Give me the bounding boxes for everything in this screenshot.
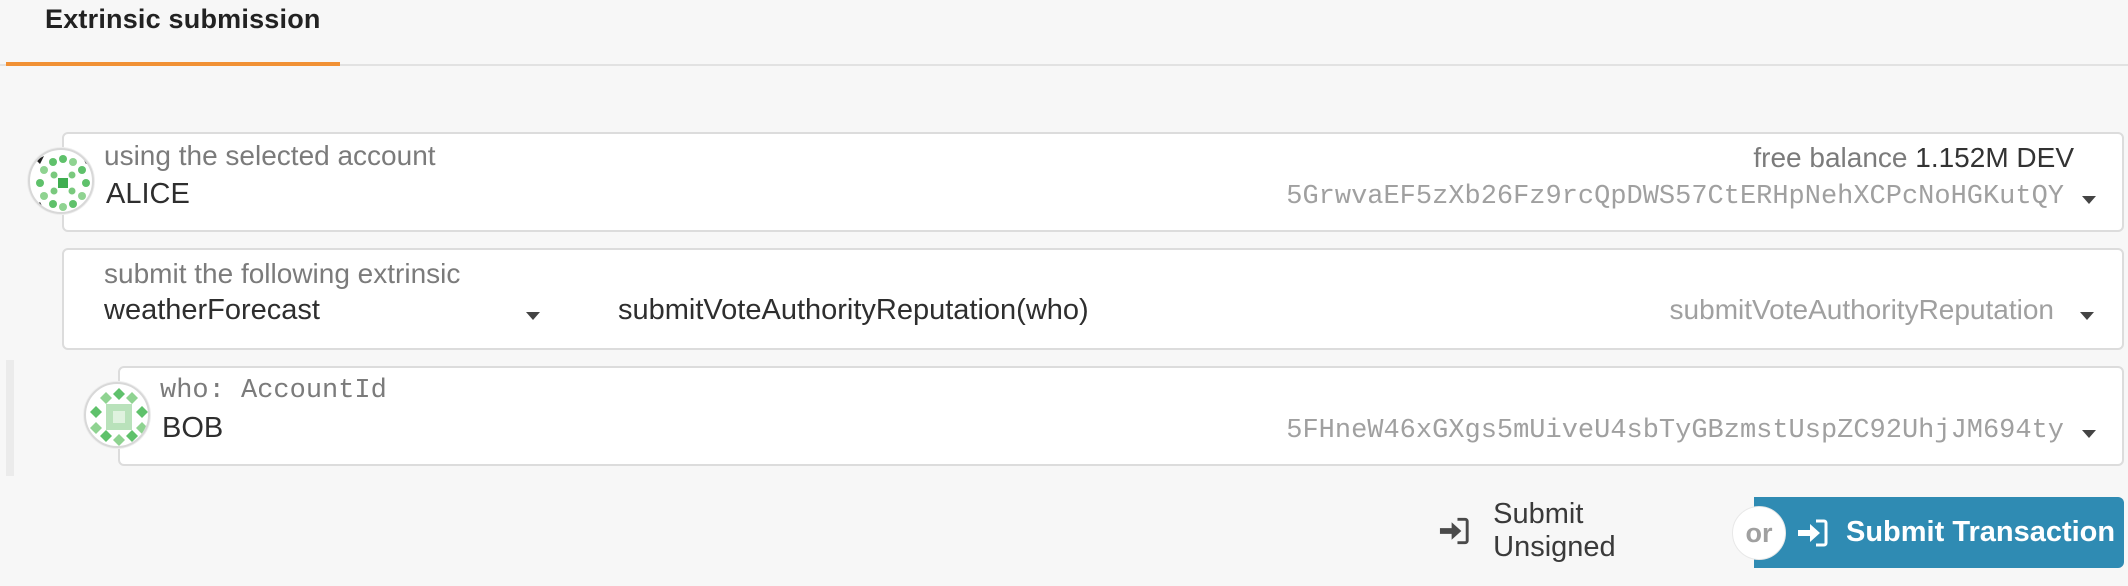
param-label: who: AccountId [160,376,387,406]
account-selector[interactable]: using the selected account ALICE free ba… [62,132,2124,232]
identicon-icon[interactable] [28,148,94,214]
extrinsic-selector-label: submit the following extrinsic [104,258,461,289]
free-balance-label: free balance [1753,142,1908,173]
account-address: 5GrwvaEF5zXb26Fz9rcQpDWS57CtERHpNehXCPcN… [1286,182,2064,212]
identicon-icon[interactable] [84,382,150,448]
chevron-down-icon[interactable] [2082,430,2096,438]
submit-unsigned-button[interactable]: Submit Unsigned [1438,498,1708,564]
account-name: ALICE [106,178,190,210]
submit-transaction-button[interactable]: Submit Transaction [1754,497,2124,568]
chevron-down-icon[interactable] [526,312,540,320]
tab-extrinsic-submission[interactable]: Extrinsic submission [6,0,340,66]
section-value: weatherForecast [104,294,320,326]
free-balance: free balance 1.152M DEV [1753,142,2074,174]
param-account-name: BOB [162,412,224,444]
method-dropdown[interactable]: submitVoteAuthorityReputation(who) submi… [618,294,2118,334]
tab-bar: Extrinsic submission [0,0,2128,66]
param-account-selector[interactable]: who: AccountId BOB 5FHneW46xGXgs5mUiveU4… [118,366,2124,466]
param-indent-bar [6,360,14,476]
or-divider: or [1732,506,1786,560]
sign-in-icon [1439,517,1469,545]
sign-in-icon [1798,519,1828,546]
method-name: submitVoteAuthorityReputation [1669,294,2054,325]
free-balance-value: 1.152M DEV [1915,142,2074,173]
submit-unsigned-label: Submit Unsigned [1493,498,1616,563]
section-dropdown[interactable]: weatherForecast [104,294,544,334]
method-signature: submitVoteAuthorityReputation(who) [618,294,1089,326]
account-selector-label: using the selected account [104,140,436,171]
submit-transaction-label: Submit Transaction [1846,516,2116,548]
chevron-down-icon[interactable] [2080,312,2094,320]
tab-label: Extrinsic submission [45,4,321,34]
param-account-address: 5FHneW46xGXgs5mUiveU4sbTyGBzmstUspZC92Uh… [1286,416,2064,446]
extrinsic-selector: submit the following extrinsic weatherFo… [62,248,2124,350]
chevron-down-icon[interactable] [2082,196,2096,204]
